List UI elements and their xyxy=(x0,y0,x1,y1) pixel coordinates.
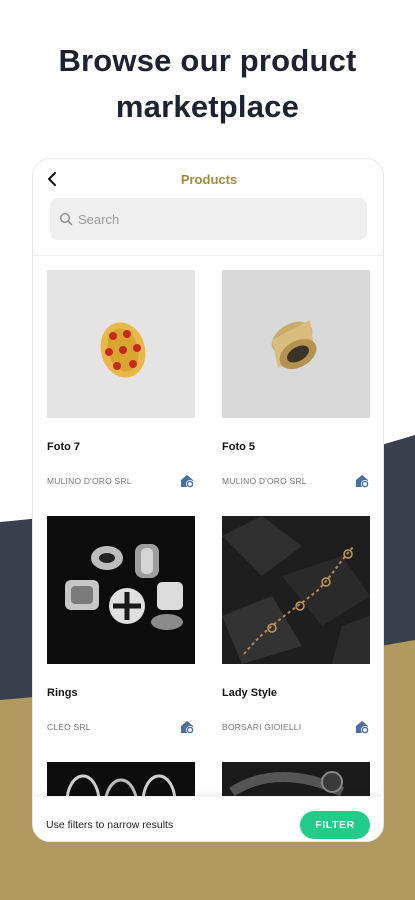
search-bar[interactable] xyxy=(50,198,367,240)
product-card[interactable] xyxy=(47,762,195,796)
product-name: Foto 5 xyxy=(222,441,255,453)
product-meta: BORSARI GIOIELLI xyxy=(222,719,370,735)
top-bar: Products xyxy=(33,159,383,199)
product-name: Rings xyxy=(47,687,78,699)
shop-settings-icon[interactable] xyxy=(354,719,370,735)
search-input[interactable] xyxy=(78,211,338,227)
page-headline: Browse our product marketplace xyxy=(58,43,357,124)
product-image xyxy=(47,270,195,418)
product-card[interactable]: Lady Style BORSARI GIOIELLI xyxy=(222,516,370,735)
product-card[interactable]: Rings CLEO SRL xyxy=(47,516,195,735)
product-meta: MULINO D'ORO SRL xyxy=(47,473,195,489)
filter-bar: Use filters to narrow results FILTER xyxy=(33,797,383,841)
seller-name: MULINO D'ORO SRL xyxy=(47,476,132,486)
product-grid: Foto 7 MULINO D'ORO SRL Foto 5 MULINO D'… xyxy=(33,256,383,796)
search-icon xyxy=(59,212,73,226)
product-image xyxy=(47,762,195,796)
product-name: Lady Style xyxy=(222,687,278,699)
shop-settings-icon[interactable] xyxy=(179,719,195,735)
product-meta: MULINO D'ORO SRL xyxy=(222,473,370,489)
shop-settings-icon[interactable] xyxy=(179,473,195,489)
app-screen: Products Foto 7 M xyxy=(32,158,384,842)
product-name: Foto 7 xyxy=(47,441,80,453)
product-meta: CLEO SRL xyxy=(47,719,195,735)
product-image xyxy=(222,516,370,664)
product-image xyxy=(222,762,370,796)
product-card[interactable] xyxy=(222,762,370,796)
shop-settings-icon[interactable] xyxy=(354,473,370,489)
seller-name: MULINO D'ORO SRL xyxy=(222,476,307,486)
product-card[interactable]: Foto 5 MULINO D'ORO SRL xyxy=(222,270,370,489)
filter-button[interactable]: FILTER xyxy=(300,811,370,839)
screen-title: Products xyxy=(180,172,238,187)
filter-hint: Use filters to narrow results xyxy=(46,819,174,831)
product-card[interactable]: Foto 7 MULINO D'ORO SRL xyxy=(47,270,195,489)
product-image xyxy=(47,516,195,664)
seller-name: CLEO SRL xyxy=(47,722,91,732)
seller-name: BORSARI GIOIELLI xyxy=(222,722,302,732)
product-image xyxy=(222,270,370,418)
